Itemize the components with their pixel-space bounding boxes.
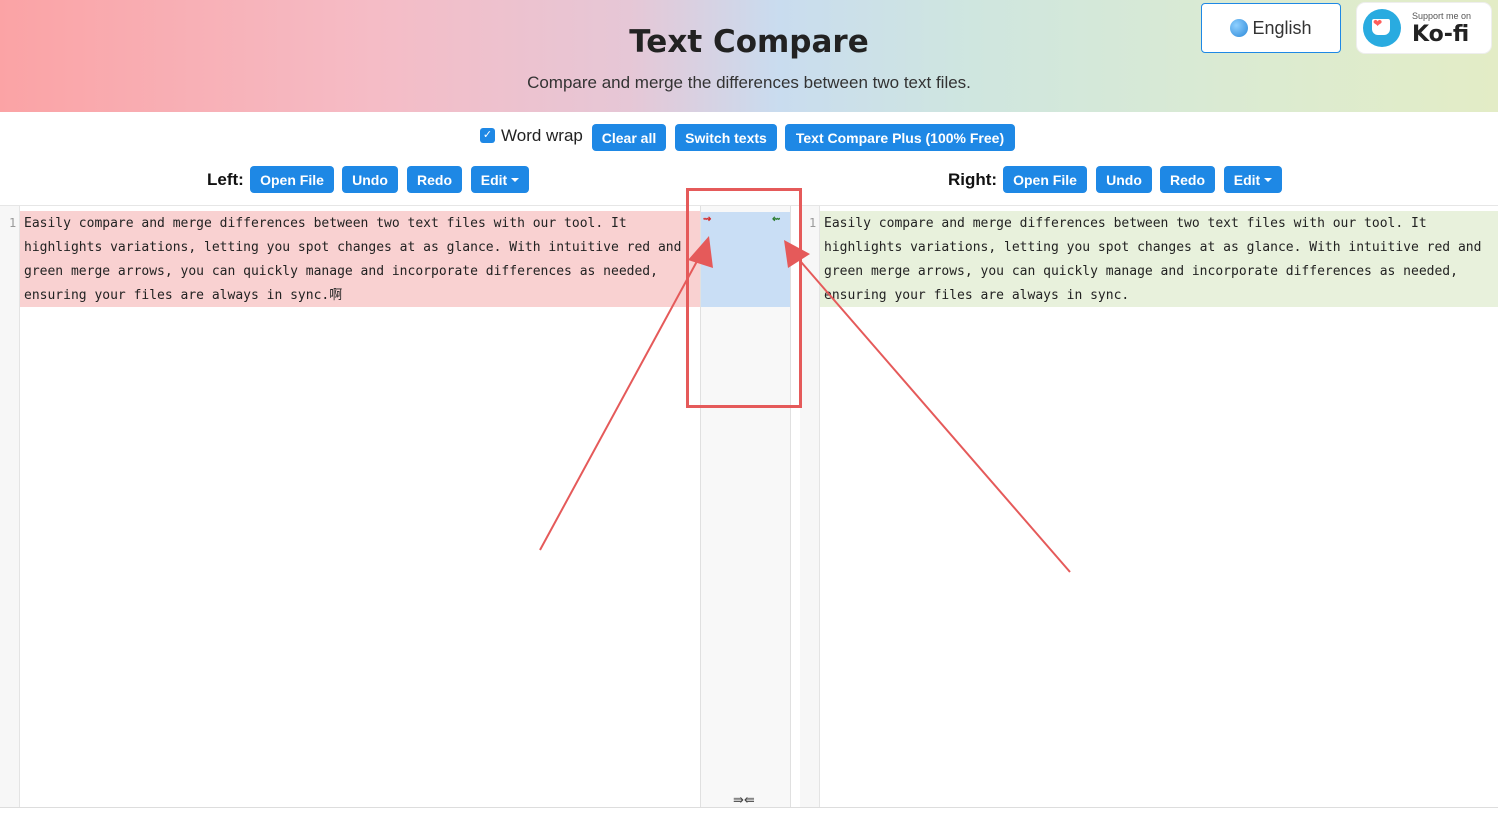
left-gutter: [0, 206, 20, 807]
text-compare-plus-button[interactable]: Text Compare Plus (100% Free): [785, 124, 1015, 151]
left-redo-button[interactable]: Redo: [407, 166, 462, 193]
chevron-down-icon: [1264, 177, 1273, 182]
globe-icon: [1230, 19, 1249, 37]
annotation-box: [686, 188, 802, 408]
right-edit-label: Edit: [1233, 171, 1261, 188]
right-redo-button[interactable]: Redo: [1160, 166, 1215, 193]
right-open-file-button[interactable]: Open File: [1003, 166, 1087, 193]
word-wrap-label: Word wrap: [501, 126, 583, 145]
heart-icon: ❤: [1373, 18, 1383, 30]
kofi-support-text: Support me on: [1412, 11, 1472, 21]
right-edit-dropdown[interactable]: Edit: [1224, 166, 1282, 193]
page-subtitle: Compare and merge the differences betwee…: [527, 73, 971, 92]
header-banner: Text Compare Compare and merge the diffe…: [0, 0, 1498, 112]
language-button[interactable]: English: [1201, 3, 1341, 53]
left-line-number: 1: [9, 216, 17, 230]
right-editor[interactable]: Easily compare and merge differences bet…: [824, 212, 1484, 308]
left-undo-button[interactable]: Undo: [342, 166, 398, 193]
left-edit-label: Edit: [480, 171, 508, 188]
left-edit-dropdown[interactable]: Edit: [471, 166, 529, 193]
clear-all-button[interactable]: Clear all: [592, 124, 666, 151]
right-label: Right:: [948, 170, 998, 189]
language-label: English: [1252, 17, 1312, 38]
chevron-down-icon: [511, 177, 520, 182]
switch-texts-button[interactable]: Switch texts: [675, 124, 777, 151]
word-wrap-checkbox[interactable]: ✓: [480, 128, 495, 143]
panes-bottom-border: [0, 807, 1498, 808]
right-line-number: 1: [809, 216, 817, 230]
left-label: Left:: [207, 170, 244, 189]
text-compare-page: Text Compare Compare and merge the diffe…: [0, 0, 1498, 815]
kofi-button[interactable]: ❤ Support me on Ko-fi: [1357, 3, 1491, 53]
left-editor[interactable]: Easily compare and merge differences bet…: [24, 212, 684, 308]
kofi-name: Ko-fi: [1412, 22, 1470, 47]
left-open-file-button[interactable]: Open File: [250, 166, 334, 193]
right-gutter: [800, 206, 820, 807]
collapse-icon[interactable]: ⇛⇚: [733, 792, 755, 808]
right-undo-button[interactable]: Undo: [1096, 166, 1152, 193]
